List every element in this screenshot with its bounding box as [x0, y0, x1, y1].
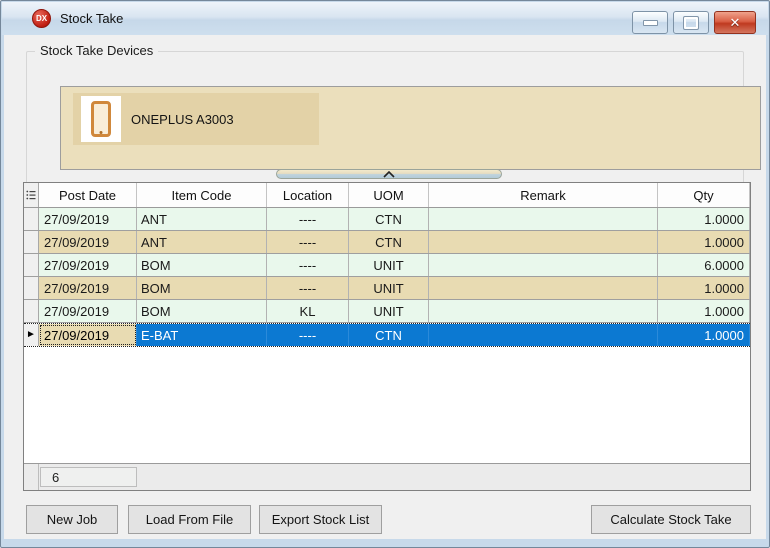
header-uom[interactable]: UOM	[349, 183, 429, 207]
minimize-button[interactable]	[632, 11, 668, 34]
cell-remark[interactable]	[429, 300, 658, 322]
minimize-icon	[643, 20, 658, 26]
cell-location[interactable]: ----	[267, 231, 349, 253]
cell-item-code[interactable]: BOM	[137, 254, 267, 276]
cell-location[interactable]: ----	[267, 324, 349, 346]
table-row[interactable]: ► 27/09/2019 ANT ---- CTN 1.0000	[24, 231, 750, 254]
row-indicator: ►	[24, 300, 39, 322]
stock-take-grid: Post Date Item Code Location UOM Remark …	[23, 182, 751, 491]
title-bar[interactable]: DX Stock Take ✕	[2, 2, 768, 35]
export-stock-list-button[interactable]: Export Stock List	[259, 505, 382, 534]
cell-item-code[interactable]: ANT	[137, 208, 267, 230]
cell-uom[interactable]: UNIT	[349, 277, 429, 299]
row-indicator: ►	[24, 277, 39, 299]
cell-qty[interactable]: 1.0000	[658, 208, 750, 230]
cell-remark[interactable]	[429, 254, 658, 276]
cell-qty[interactable]: 1.0000	[658, 277, 750, 299]
header-item-code[interactable]: Item Code	[137, 183, 267, 207]
row-indicator: ►	[24, 324, 39, 346]
app-icon: DX	[32, 9, 51, 28]
row-indicator: ►	[24, 208, 39, 230]
cell-item-code[interactable]: BOM	[137, 300, 267, 322]
cell-qty[interactable]: 6.0000	[658, 254, 750, 276]
header-remark[interactable]: Remark	[429, 183, 658, 207]
footer-indicator-cell	[24, 464, 39, 490]
customize-icon	[26, 189, 36, 201]
cell-location[interactable]: ----	[267, 277, 349, 299]
grid-header: Post Date Item Code Location UOM Remark …	[24, 183, 750, 208]
load-from-file-button[interactable]: Load From File	[128, 505, 251, 534]
group-label: Stock Take Devices	[35, 43, 158, 58]
cell-post-date[interactable]: 27/09/2019	[39, 277, 137, 299]
chevron-up-icon	[383, 171, 395, 178]
phone-icon	[81, 96, 121, 142]
cell-location[interactable]: KL	[267, 300, 349, 322]
cell-item-code[interactable]: E-BAT	[137, 324, 267, 346]
cell-qty[interactable]: 1.0000	[658, 300, 750, 322]
cell-item-code[interactable]: ANT	[137, 231, 267, 253]
cell-uom[interactable]: CTN	[349, 208, 429, 230]
maximize-icon	[684, 17, 698, 29]
column-customize-button[interactable]	[24, 183, 39, 207]
client-area: Stock Take Devices ONEPLUS A3003	[4, 35, 766, 539]
device-list[interactable]: ONEPLUS A3003	[60, 86, 761, 170]
row-indicator: ►	[24, 254, 39, 276]
close-icon: ✕	[730, 15, 741, 31]
close-button[interactable]: ✕	[714, 11, 756, 34]
splitter-collapse-button[interactable]	[276, 169, 502, 179]
cell-uom[interactable]: UNIT	[349, 254, 429, 276]
cell-remark[interactable]	[429, 208, 658, 230]
cell-remark[interactable]	[429, 277, 658, 299]
new-job-button[interactable]: New Job	[26, 505, 118, 534]
grid-footer: 6	[24, 463, 750, 490]
cell-item-code[interactable]: BOM	[137, 277, 267, 299]
cell-post-date[interactable]: 27/09/2019	[39, 324, 137, 346]
calculate-stock-take-button[interactable]: Calculate Stock Take	[591, 505, 751, 534]
table-row[interactable]: ► 27/09/2019 BOM KL UNIT 1.0000	[24, 300, 750, 323]
row-indicator: ►	[24, 231, 39, 253]
header-qty[interactable]: Qty	[658, 183, 750, 207]
header-post-date[interactable]: Post Date	[39, 183, 137, 207]
device-item[interactable]: ONEPLUS A3003	[73, 93, 319, 145]
cell-post-date[interactable]: 27/09/2019	[39, 231, 137, 253]
cell-uom[interactable]: CTN	[349, 324, 429, 346]
current-row-arrow-icon: ►	[26, 330, 36, 340]
cell-location[interactable]: ----	[267, 254, 349, 276]
cell-location[interactable]: ----	[267, 208, 349, 230]
table-row[interactable]: ► 27/09/2019 BOM ---- UNIT 6.0000	[24, 254, 750, 277]
cell-post-date[interactable]: 27/09/2019	[39, 300, 137, 322]
cell-qty[interactable]: 1.0000	[658, 324, 750, 346]
stock-take-window: DX Stock Take ✕ Stock Take Devices	[0, 0, 770, 548]
maximize-button[interactable]	[673, 11, 709, 34]
cell-post-date[interactable]: 27/09/2019	[39, 254, 137, 276]
table-row[interactable]: ► 27/09/2019 E-BAT ---- CTN 1.0000	[24, 323, 750, 347]
row-count-box: 6	[40, 467, 137, 487]
cell-post-date[interactable]: 27/09/2019	[39, 208, 137, 230]
grid-rows: ► 27/09/2019 ANT ---- CTN 1.0000 ► 27/09…	[24, 208, 750, 347]
cell-uom[interactable]: CTN	[349, 231, 429, 253]
header-location[interactable]: Location	[267, 183, 349, 207]
window-title: Stock Take	[60, 11, 123, 26]
device-name: ONEPLUS A3003	[131, 112, 234, 127]
cell-remark[interactable]	[429, 231, 658, 253]
cell-uom[interactable]: UNIT	[349, 300, 429, 322]
table-row[interactable]: ► 27/09/2019 ANT ---- CTN 1.0000	[24, 208, 750, 231]
cell-remark[interactable]	[429, 324, 658, 346]
table-row[interactable]: ► 27/09/2019 BOM ---- UNIT 1.0000	[24, 277, 750, 300]
cell-qty[interactable]: 1.0000	[658, 231, 750, 253]
